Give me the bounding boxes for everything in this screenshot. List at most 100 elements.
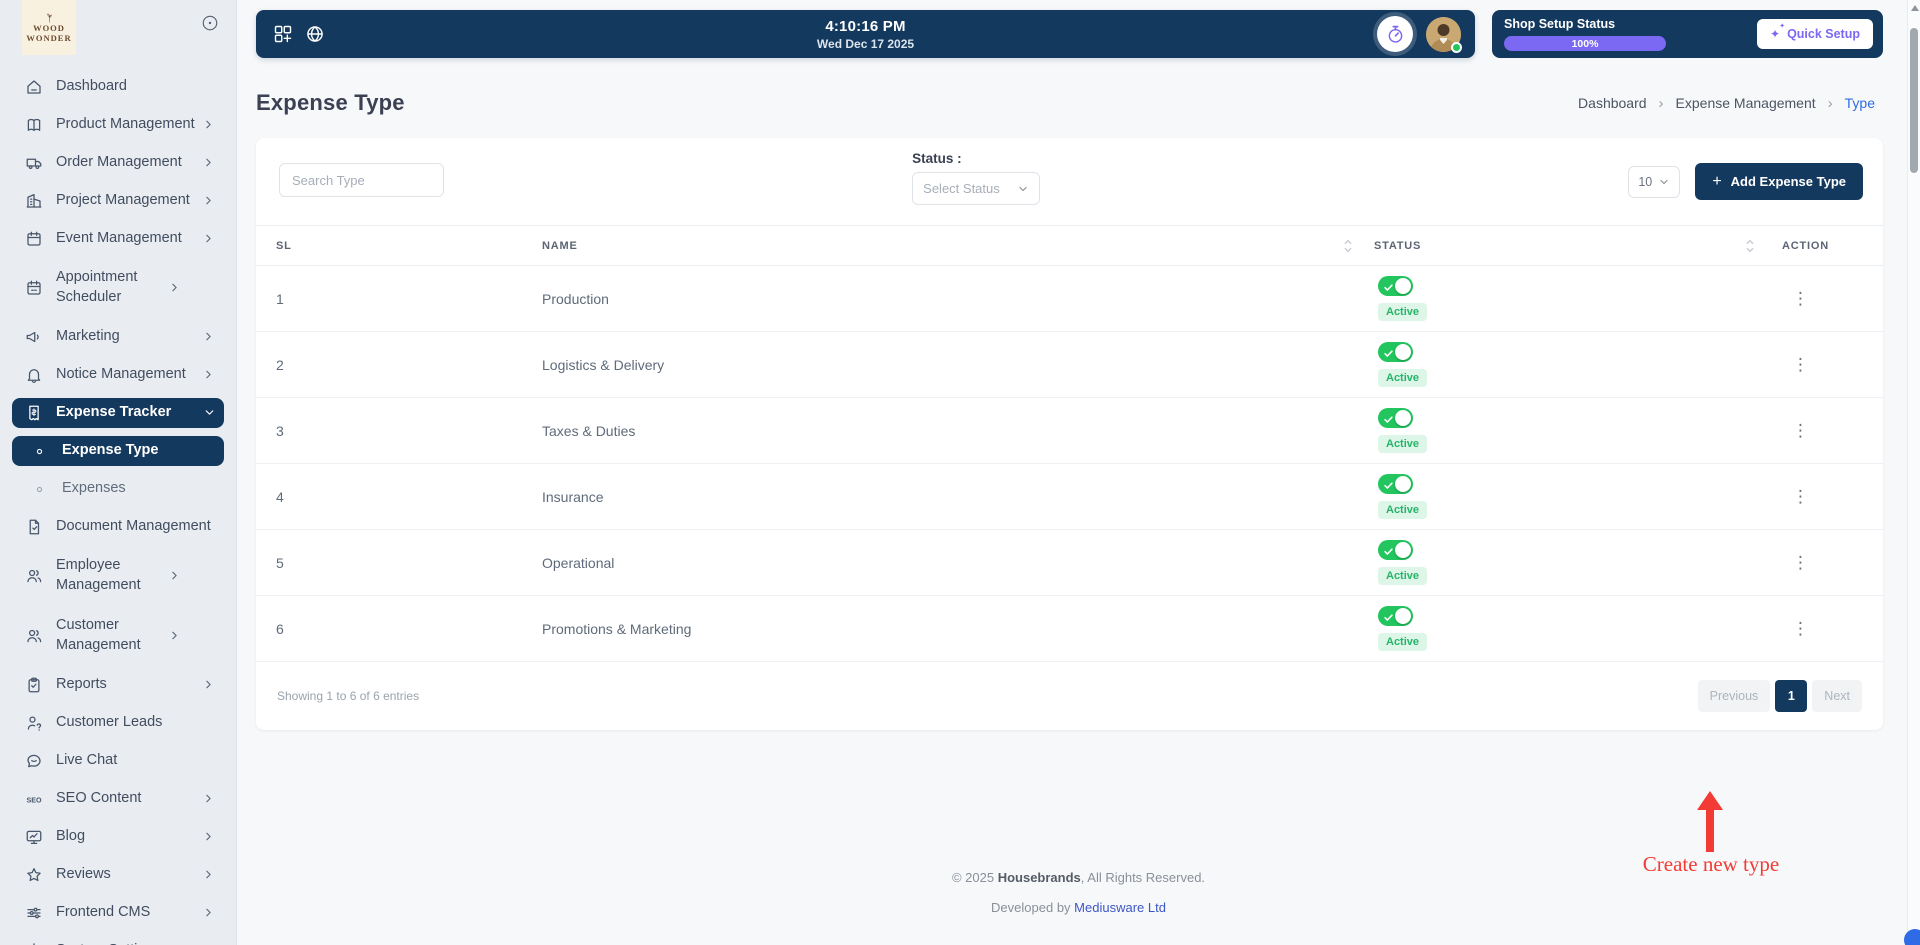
product-icon	[24, 116, 43, 135]
chevron-right-icon	[202, 156, 216, 170]
header-status: STATUS	[1374, 240, 1745, 252]
table-row: 4 Insurance Active ⋮	[256, 464, 1883, 530]
header-action: ACTION	[1782, 240, 1863, 252]
toggle-knob	[1395, 278, 1411, 294]
globe-icon[interactable]	[302, 21, 328, 47]
status-toggle[interactable]	[1378, 474, 1413, 494]
kebab-menu-icon[interactable]: ⋮	[1784, 551, 1817, 574]
chevron-right-icon	[168, 281, 182, 295]
sort-icon[interactable]	[1343, 238, 1374, 254]
logo-line2: WONDER	[26, 34, 71, 44]
quick-setup-button[interactable]: ✦✦ Quick Setup	[1757, 19, 1873, 49]
sidebar-item-project-management[interactable]: Project Management	[12, 186, 224, 216]
truck-icon	[24, 154, 43, 173]
sidebar-item-marketing[interactable]: Marketing	[12, 322, 224, 352]
scrollbar[interactable]	[1907, 0, 1920, 945]
scrollbar-thumb[interactable]	[1910, 28, 1918, 173]
developer-link[interactable]: Mediusware Ltd	[1074, 900, 1166, 915]
chevron-right-icon	[168, 569, 182, 583]
status-toggle[interactable]	[1378, 408, 1413, 428]
status-toggle[interactable]	[1378, 342, 1413, 362]
chevron-right-icon	[202, 368, 216, 382]
status-toggle[interactable]	[1378, 540, 1413, 560]
sidebar-item-reports[interactable]: Reports	[12, 670, 224, 700]
kebab-menu-icon[interactable]: ⋮	[1784, 485, 1817, 508]
corner-widget[interactable]	[1904, 929, 1920, 945]
kebab-menu-icon[interactable]: ⋮	[1784, 419, 1817, 442]
kebab-menu-icon[interactable]: ⋮	[1784, 287, 1817, 310]
sidebar-item-event-management[interactable]: Event Management	[12, 224, 224, 254]
sidebar-item-live-chat[interactable]: Live Chat	[12, 746, 224, 776]
sidebar-item-expense-tracker[interactable]: Expense Tracker	[12, 398, 224, 428]
shop-setup-progress-bar: 100%	[1504, 36, 1666, 51]
seo-icon: SEO	[24, 790, 43, 809]
sidebar-item-order-management[interactable]: Order Management	[12, 148, 224, 178]
sort-icon[interactable]	[1745, 238, 1782, 254]
breadcrumb-expense-management[interactable]: Expense Management	[1676, 95, 1816, 111]
star-icon	[24, 866, 43, 885]
sidebar-item-label: Expense Type	[62, 441, 216, 461]
sidebar-item-seo-content[interactable]: SEO SEO Content	[12, 784, 224, 814]
users-icon	[24, 627, 43, 646]
row-name: Production	[542, 291, 1343, 307]
row-name: Promotions & Marketing	[542, 621, 1343, 637]
annotation-arrow-icon	[1697, 791, 1723, 852]
page-1-button[interactable]: 1	[1775, 680, 1807, 712]
sidebar-item-expenses[interactable]: Expenses	[12, 474, 224, 504]
chevron-right-icon	[202, 232, 216, 246]
status-toggle[interactable]	[1378, 276, 1413, 296]
sidebar-item-label: Reports	[56, 675, 202, 695]
sidebar-item-label: Order Management	[56, 153, 202, 173]
row-name: Insurance	[542, 489, 1343, 505]
sidebar-item-document-management[interactable]: Document Management	[12, 512, 224, 542]
sidebar-item-label: Event Management	[56, 229, 202, 249]
table-row: 6 Promotions & Marketing Active ⋮	[256, 596, 1883, 662]
table-row: 2 Logistics & Delivery Active ⋮	[256, 332, 1883, 398]
status-badge: Active	[1378, 567, 1427, 585]
sidebar-item-appointment-scheduler[interactable]: Appointment Scheduler	[12, 262, 224, 314]
row-sl: 6	[276, 621, 542, 637]
sidebar-item-blog[interactable]: Blog	[12, 822, 224, 852]
sidebar-item-notice-management[interactable]: Notice Management	[12, 360, 224, 390]
developer-line: Developed by Mediusware Ltd	[237, 900, 1920, 915]
chat-icon	[24, 752, 43, 771]
sidebar-item-reviews[interactable]: Reviews	[12, 860, 224, 890]
kebab-menu-icon[interactable]: ⋮	[1784, 617, 1817, 640]
sidebar-item-customer-management[interactable]: Customer Management	[12, 610, 224, 662]
page-size-select[interactable]: 10	[1628, 166, 1680, 198]
add-expense-type-button[interactable]: + Add Expense Type	[1695, 163, 1863, 200]
grid-apps-icon[interactable]	[270, 21, 296, 47]
next-page-button[interactable]: Next	[1812, 680, 1862, 712]
user-avatar[interactable]	[1426, 17, 1461, 52]
breadcrumb-dashboard[interactable]: Dashboard	[1578, 95, 1647, 111]
sidebar-item-customer-leads[interactable]: Customer Leads	[12, 708, 224, 738]
clipboard-icon	[24, 676, 43, 695]
sidebar-item-employee-management[interactable]: Employee Management	[12, 550, 224, 602]
check-icon	[1383, 610, 1394, 621]
chevron-right-icon	[202, 906, 216, 920]
bell-icon	[24, 366, 43, 385]
previous-page-button[interactable]: Previous	[1698, 680, 1771, 712]
breadcrumb-type: Type	[1845, 95, 1875, 111]
status-select[interactable]: Select Status	[912, 172, 1040, 205]
sidebar-item-dashboard[interactable]: Dashboard	[12, 72, 224, 102]
bullet-icon	[30, 442, 49, 461]
brand-name: Housebrands	[998, 870, 1081, 885]
sidebar-item-label: Blog	[56, 827, 202, 847]
sparkle-icon: ✦✦	[1770, 28, 1780, 40]
plus-icon: +	[1712, 174, 1721, 190]
wood-wonder-logo: WOOD WONDER	[22, 0, 76, 55]
stopwatch-icon[interactable]	[1377, 16, 1413, 52]
sidebar-item-frontend-cms[interactable]: Frontend CMS	[12, 898, 224, 928]
status-toggle[interactable]	[1378, 606, 1413, 626]
check-icon	[1383, 412, 1394, 423]
scroll-up-arrow-icon[interactable]	[1911, 5, 1919, 11]
sidebar-item-expense-type[interactable]: Expense Type	[12, 436, 224, 466]
kebab-menu-icon[interactable]: ⋮	[1784, 353, 1817, 376]
sidebar-item-product-management[interactable]: Product Management	[12, 110, 224, 140]
chevron-right-icon	[202, 330, 216, 344]
sidebar-item-system-settings[interactable]: System Settings	[12, 936, 224, 945]
search-input[interactable]	[279, 163, 444, 197]
table-header: SL NAME STATUS ACTION	[256, 226, 1883, 266]
sidebar-collapse-button[interactable]	[200, 14, 220, 34]
